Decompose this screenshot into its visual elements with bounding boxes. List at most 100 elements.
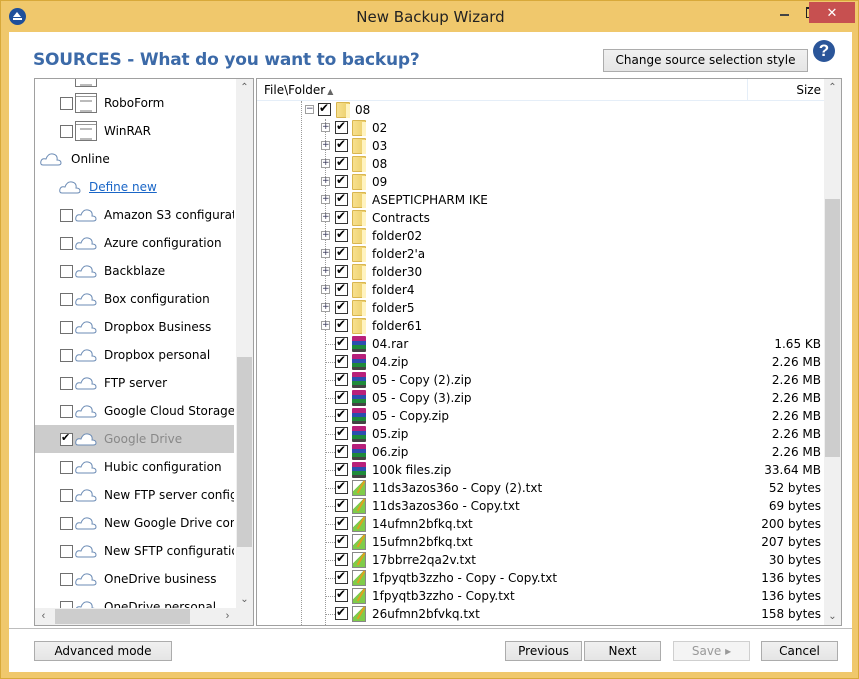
checkbox[interactable] bbox=[335, 551, 348, 566]
checkbox[interactable] bbox=[335, 605, 348, 620]
file-tree-row[interactable]: 05.zip 2.26 MB bbox=[257, 425, 825, 443]
checkbox[interactable] bbox=[335, 281, 348, 296]
checkbox[interactable] bbox=[335, 389, 348, 404]
checkbox[interactable] bbox=[60, 517, 73, 530]
next-button[interactable]: Next bbox=[584, 641, 661, 661]
online-source-item[interactable]: Google Cloud Storage bbox=[35, 397, 234, 425]
file-tree-row[interactable]: 05 - Copy (3).zip 2.26 MB bbox=[257, 389, 825, 407]
expand-icon[interactable]: + bbox=[321, 213, 330, 222]
checkbox[interactable] bbox=[60, 377, 73, 390]
checkbox[interactable] bbox=[335, 497, 348, 512]
checkbox[interactable] bbox=[60, 237, 73, 250]
checkbox[interactable] bbox=[335, 299, 348, 314]
scroll-left-arrow-icon[interactable]: ‹ bbox=[35, 608, 52, 625]
files-vertical-scrollbar[interactable]: ⌃ ⌄ bbox=[824, 79, 841, 625]
scrollbar-thumb[interactable] bbox=[825, 199, 840, 457]
tree-root-row[interactable]: − 08 bbox=[257, 101, 825, 119]
file-tree-row[interactable]: 05 - Copy.zip 2.26 MB bbox=[257, 407, 825, 425]
file-tree-row[interactable]: + folder61 bbox=[257, 317, 825, 335]
checkbox[interactable] bbox=[335, 173, 348, 188]
file-tree-row[interactable]: 1fpyqtb3zzho - Copy - Copy.txt 136 bytes bbox=[257, 569, 825, 587]
file-tree-row[interactable]: + folder30 bbox=[257, 263, 825, 281]
checkbox[interactable] bbox=[60, 125, 73, 138]
checkbox[interactable] bbox=[335, 569, 348, 584]
change-source-selection-style-button[interactable]: Change source selection style bbox=[603, 49, 808, 72]
define-new-item[interactable]: Define new bbox=[35, 173, 234, 201]
expand-icon[interactable]: + bbox=[321, 303, 330, 312]
checkbox[interactable] bbox=[335, 353, 348, 368]
file-tree-row[interactable]: + folder4 bbox=[257, 281, 825, 299]
file-tree-row[interactable]: 17bbrre2qa2v.txt 30 bytes bbox=[257, 551, 825, 569]
checkbox[interactable] bbox=[335, 263, 348, 278]
file-tree-row[interactable]: 100k files.zip 33.64 MB bbox=[257, 461, 825, 479]
online-source-item[interactable]: OneDrive business bbox=[35, 565, 234, 593]
file-tree-row[interactable]: 15ufmn2bfkq.txt 207 bytes bbox=[257, 533, 825, 551]
file-tree-row[interactable]: + Contracts bbox=[257, 209, 825, 227]
file-tree-row[interactable]: 14ufmn2bfkq.txt 200 bytes bbox=[257, 515, 825, 533]
expand-icon[interactable]: + bbox=[321, 231, 330, 240]
online-group[interactable]: Online bbox=[35, 145, 234, 173]
checkbox[interactable] bbox=[60, 431, 73, 446]
file-tree-row[interactable]: 04.rar 1.65 KB bbox=[257, 335, 825, 353]
checkbox[interactable] bbox=[335, 245, 348, 260]
sources-horizontal-scrollbar[interactable]: ‹ › bbox=[35, 608, 253, 625]
online-source-item[interactable]: Azure configuration bbox=[35, 229, 234, 257]
checkbox[interactable] bbox=[60, 321, 73, 334]
file-tree-row[interactable]: 06.zip 2.26 MB bbox=[257, 443, 825, 461]
checkbox[interactable] bbox=[335, 587, 348, 602]
column-divider[interactable] bbox=[747, 79, 748, 101]
checkbox[interactable] bbox=[335, 155, 348, 170]
checkbox[interactable] bbox=[60, 293, 73, 306]
checkbox[interactable] bbox=[335, 335, 348, 350]
title-bar[interactable]: New Backup Wizard ✕ bbox=[1, 1, 859, 32]
checkbox[interactable] bbox=[335, 191, 348, 206]
checkbox[interactable] bbox=[335, 479, 348, 494]
save-button[interactable]: Save ▸ bbox=[673, 641, 750, 661]
checkbox[interactable] bbox=[335, 443, 348, 458]
online-source-item[interactable]: Google Drive bbox=[35, 425, 234, 453]
online-source-item[interactable]: New FTP server configuration bbox=[35, 481, 234, 509]
file-tree-row[interactable]: 26ufmn2bfvkq.txt 158 bytes bbox=[257, 605, 825, 623]
file-tree-row[interactable]: + 08 bbox=[257, 155, 825, 173]
online-source-item[interactable]: Backblaze bbox=[35, 257, 234, 285]
scroll-down-arrow-icon[interactable]: ⌄ bbox=[824, 608, 841, 625]
checkbox[interactable] bbox=[335, 407, 348, 422]
checkbox[interactable] bbox=[335, 461, 348, 476]
checkbox[interactable] bbox=[335, 119, 348, 134]
online-source-item[interactable]: New SFTP configuration bbox=[35, 537, 234, 565]
scroll-up-arrow-icon[interactable]: ⌃ bbox=[236, 79, 253, 96]
online-source-item[interactable]: Dropbox personal bbox=[35, 341, 234, 369]
scroll-right-arrow-icon[interactable]: › bbox=[219, 608, 236, 625]
previous-button[interactable]: Previous bbox=[505, 641, 582, 661]
cancel-button[interactable]: Cancel bbox=[761, 641, 838, 661]
close-button[interactable]: ✕ bbox=[809, 2, 855, 23]
checkbox[interactable] bbox=[335, 425, 348, 440]
checkbox[interactable] bbox=[60, 265, 73, 278]
expand-icon[interactable]: + bbox=[321, 321, 330, 330]
source-app-item[interactable]: RoboForm bbox=[35, 89, 234, 117]
expand-icon[interactable]: + bbox=[321, 285, 330, 294]
checkbox[interactable] bbox=[60, 545, 73, 558]
checkbox[interactable] bbox=[60, 97, 73, 110]
checkbox[interactable] bbox=[335, 227, 348, 242]
expand-icon[interactable]: + bbox=[321, 177, 330, 186]
file-tree-row[interactable]: 11ds3azos36o - Copy.txt 69 bytes bbox=[257, 497, 825, 515]
source-app-item[interactable]: WinRAR bbox=[35, 117, 234, 145]
file-tree-row[interactable]: + 09 bbox=[257, 173, 825, 191]
expand-icon[interactable]: + bbox=[321, 123, 330, 132]
file-tree-row[interactable]: 05 - Copy (2).zip 2.26 MB bbox=[257, 371, 825, 389]
minimize-button[interactable] bbox=[771, 2, 797, 23]
online-source-item[interactable]: Dropbox Business bbox=[35, 313, 234, 341]
file-tree-row[interactable]: + ASEPTICPHARM IKE bbox=[257, 191, 825, 209]
help-icon[interactable]: ? bbox=[813, 40, 835, 62]
file-tree-row[interactable]: + 03 bbox=[257, 137, 825, 155]
file-tree-row[interactable]: + 02 bbox=[257, 119, 825, 137]
file-tree-row[interactable]: + folder5 bbox=[257, 299, 825, 317]
online-source-item[interactable]: New Google Drive configuration bbox=[35, 509, 234, 537]
expand-icon[interactable]: + bbox=[321, 267, 330, 276]
checkbox[interactable] bbox=[60, 405, 73, 418]
checkbox[interactable] bbox=[335, 317, 348, 332]
file-tree-row[interactable]: + folder2'a bbox=[257, 245, 825, 263]
online-source-item[interactable]: Hubic configuration bbox=[35, 453, 234, 481]
expand-icon[interactable]: + bbox=[321, 249, 330, 258]
